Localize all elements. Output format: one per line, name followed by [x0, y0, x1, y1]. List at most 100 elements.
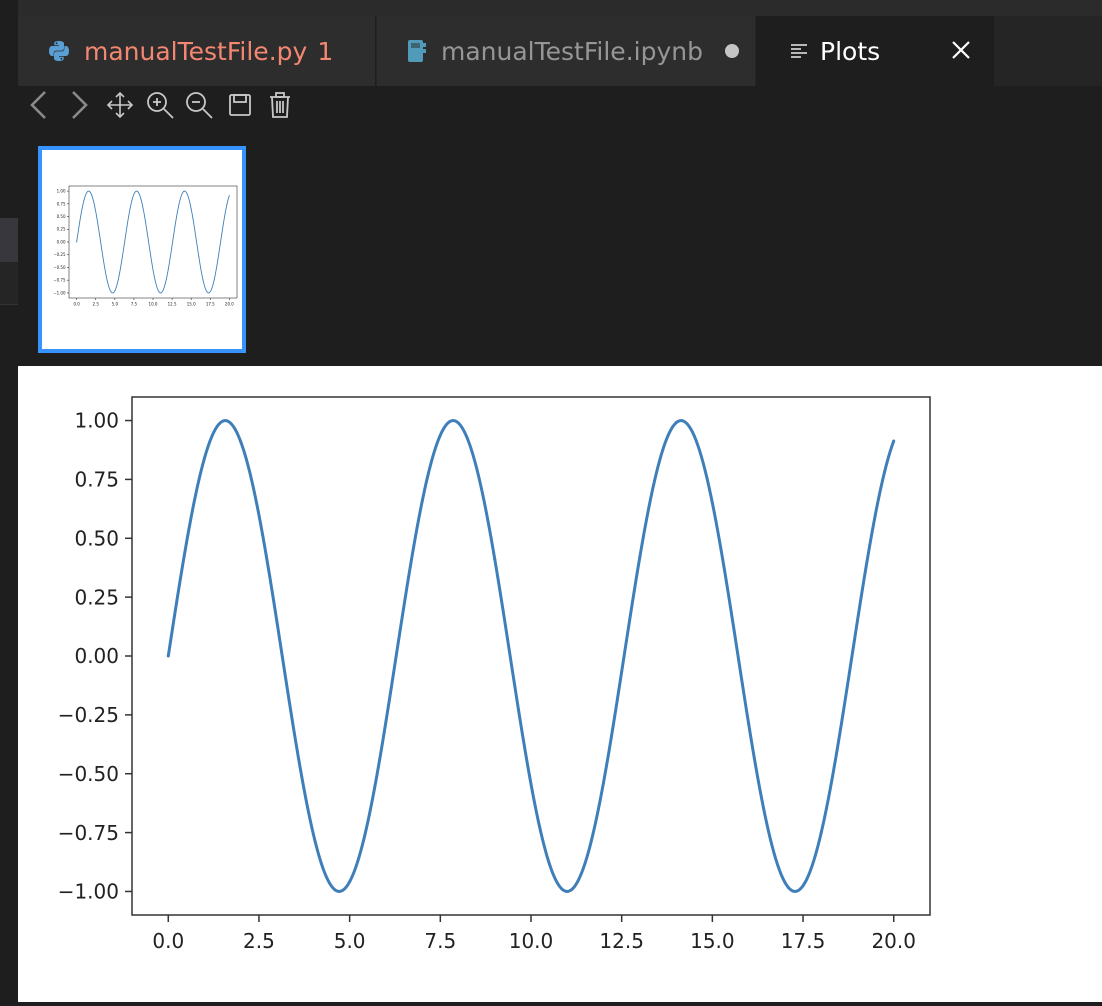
tab-label: Plots	[820, 36, 881, 66]
y-tick-label: 0.00	[74, 644, 119, 668]
title-bar	[0, 0, 1102, 16]
data-point	[456, 421, 460, 425]
trash-icon	[270, 92, 290, 118]
data-point	[529, 782, 533, 786]
data-point	[747, 722, 751, 726]
x-tick-label: 7.5	[424, 929, 456, 953]
y-tick-label: −0.75	[58, 821, 119, 845]
x-tick-label: 17.5	[781, 929, 826, 953]
data-point	[167, 268, 169, 270]
y-tick-label: 0.25	[74, 585, 119, 609]
data-point	[122, 255, 123, 257]
data-point	[783, 880, 787, 884]
data-point	[203, 456, 207, 460]
side-panel-selected-row	[0, 218, 18, 262]
series-line	[76, 190, 230, 294]
x-tick-label: 2.5	[93, 302, 100, 307]
data-point	[493, 557, 497, 561]
y-tick-label: 1.00	[74, 409, 119, 433]
tab-label: manualTestFile.ipynb	[441, 36, 703, 66]
data-point	[99, 234, 100, 236]
zoom-out-button[interactable]	[182, 88, 216, 122]
thumbnail-chart: 0.0 2.5 5.0 7.5 10.0 12.5 15.0 17.5 20.0 1.00 0.75…	[53, 185, 238, 307]
y-tick-label: 0.00	[57, 239, 66, 244]
next-plot-button[interactable]	[62, 88, 96, 122]
data-point	[674, 421, 678, 425]
pan-button[interactable]	[103, 88, 137, 122]
x-tick-label: 17.5	[206, 302, 215, 307]
x-tick-label: 12.5	[168, 302, 177, 307]
x-tick-label: 7.5	[131, 302, 138, 307]
plot-thumbnail[interactable]: 0.0 2.5 5.0 7.5 10.0 12.5 15.0 17.5 20.0 1.00 0.75…	[38, 146, 246, 353]
series-line	[166, 419, 896, 893]
y-tick-label: −0.25	[58, 703, 119, 727]
x-tick-label: 15.0	[690, 929, 735, 953]
x-tick-label: 5.0	[112, 302, 119, 307]
data-point	[311, 832, 315, 836]
x-tick-label: 10.0	[509, 929, 554, 953]
tab-label: manualTestFile.py	[84, 36, 308, 66]
unsaved-dot-icon[interactable]	[724, 44, 739, 58]
data-point	[228, 195, 230, 196]
y-tick-label: −0.50	[53, 265, 66, 270]
x-tick-label: 0.0	[152, 929, 184, 953]
save-plot-button[interactable]	[223, 88, 257, 122]
data-point	[190, 208, 192, 210]
tab-manualtestfile-py[interactable]: manualTestFile.py 1	[18, 16, 376, 86]
move-icon	[106, 91, 134, 119]
python-icon	[48, 40, 70, 62]
data-point	[137, 191, 139, 193]
data-point	[76, 241, 78, 243]
problem-count-badge: 1	[317, 36, 334, 66]
list-icon	[790, 42, 808, 60]
y-tick-label: −0.75	[53, 278, 66, 283]
previous-plot-button[interactable]	[22, 88, 56, 122]
x-tick-label: 5.0	[334, 929, 366, 953]
zoom-out-icon	[186, 92, 213, 119]
data-point	[213, 279, 215, 281]
side-panel-row	[0, 262, 18, 305]
x-tick-label: 15.0	[187, 302, 196, 307]
data-point	[602, 780, 606, 784]
x-tick-label: 2.5	[243, 929, 275, 953]
editor-tab-bar: manualTestFile.py 1 manualTestFile.ipynb…	[18, 16, 1102, 86]
data-point	[348, 880, 352, 884]
data-point	[420, 499, 424, 503]
data-point	[144, 220, 146, 222]
data-point	[160, 292, 162, 294]
data-point	[106, 280, 108, 281]
x-tick-label: 0.0	[73, 302, 80, 307]
tab-manualtestfile-ipynb[interactable]: manualTestFile.ipynb	[377, 16, 755, 86]
sine-line-chart: 0.0 2.5 5.0 7.5 10.0 12.5 15.0 17.5 20.0 1.00 0.75…	[58, 396, 931, 953]
y-tick-label: 0.50	[57, 214, 66, 219]
data-point	[384, 720, 388, 724]
data-point	[855, 619, 859, 623]
plot-thumbnail-strip: 0.0 2.5 5.0 7.5 10.0 12.5 15.0 17.5 20.0 1.00 0.75…	[18, 128, 1102, 366]
data-point	[152, 269, 154, 271]
close-icon[interactable]	[948, 37, 974, 63]
data-point	[819, 831, 823, 835]
tab-plots[interactable]: Plots	[756, 16, 994, 86]
y-tick-label: −1.00	[58, 880, 119, 904]
data-point	[565, 889, 569, 893]
y-tick-label: −0.50	[58, 762, 119, 786]
zoom-in-button[interactable]	[143, 88, 177, 122]
data-point	[83, 198, 85, 200]
plot-toolbar	[18, 86, 1102, 128]
data-point	[710, 501, 714, 505]
data-point	[91, 195, 93, 197]
chevron-right-icon	[72, 91, 88, 119]
data-point	[166, 654, 170, 658]
delete-plot-button[interactable]	[263, 88, 297, 122]
y-tick-label: −1.00	[53, 290, 66, 295]
data-point	[114, 290, 116, 292]
y-tick-label: 0.25	[57, 227, 66, 232]
data-point	[275, 621, 279, 625]
y-tick-label: 0.75	[57, 201, 66, 206]
data-point	[892, 439, 896, 443]
data-point	[183, 191, 184, 192]
zoom-in-icon	[147, 92, 174, 119]
plot-viewer: 0.0 2.5 5.0 7.5 10.0 12.5 15.0 17.5 20.0 1.00 0.75…	[18, 366, 1102, 1002]
data-point	[221, 233, 223, 235]
y-tick-label: 0.75	[74, 468, 119, 492]
